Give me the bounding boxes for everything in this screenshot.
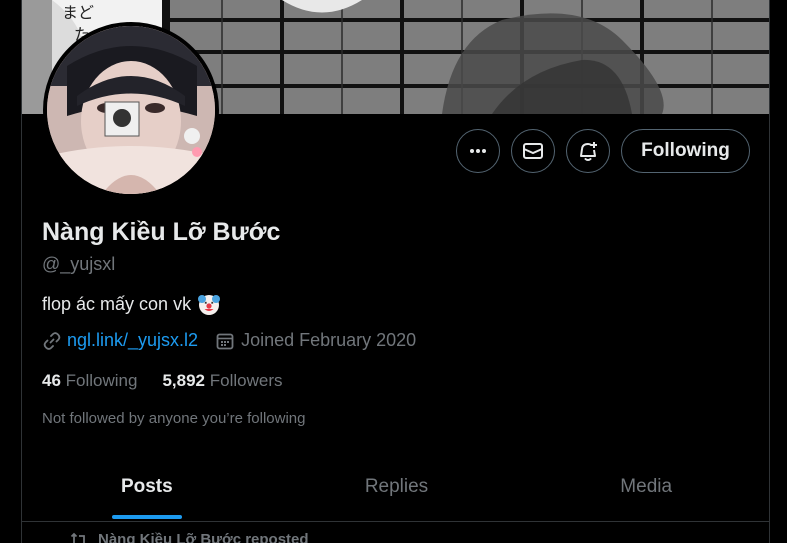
svg-text:まど: まど	[62, 3, 94, 22]
repost-text: Nàng Kiều Lỡ Bước reposted	[98, 531, 309, 543]
tab-media[interactable]: Media	[521, 456, 769, 521]
link-icon	[43, 331, 61, 350]
tab-media-label: Media	[620, 475, 673, 497]
following-stat[interactable]: 46 Following	[42, 371, 137, 391]
active-tab-indicator	[111, 515, 182, 519]
profile-meta: ngl.link/_yujsx.l2 Joined February 2020	[42, 330, 416, 351]
tab-posts[interactable]: Posts	[22, 456, 272, 521]
message-button[interactable]	[511, 129, 555, 173]
profile-tabs: Posts Replies Media	[22, 456, 769, 522]
repost-indicator: Nàng Kiều Lỡ Bước reposted	[70, 531, 309, 543]
following-button[interactable]: Following	[621, 129, 750, 173]
followers-count: 5,892	[162, 371, 206, 390]
profile-stats: 46 Following 5,892 Followers	[42, 371, 283, 391]
profile-bio: flop ác mấy con vk	[42, 292, 221, 316]
not-followed-notice: Not followed by anyone you’re following	[42, 410, 306, 427]
joined-date: Joined February 2020	[241, 330, 417, 350]
tab-posts-label: Posts	[120, 475, 173, 497]
profile-handle: @_yujsxl	[42, 254, 116, 274]
followers-label: Followers	[209, 371, 283, 390]
profile-column: まど た Following Nàng Kiều Lỡ Bước @_yujsx…	[21, 0, 770, 543]
profile-link[interactable]: ngl.link/_yujsx.l2	[67, 330, 198, 351]
envelope-icon	[523, 143, 543, 159]
clown-face-icon	[198, 295, 221, 315]
bio-text: flop ác mấy con vk	[42, 293, 192, 314]
more-button[interactable]	[456, 129, 500, 173]
profile-avatar[interactable]	[43, 22, 219, 198]
following-count: 46	[42, 371, 61, 390]
tab-replies[interactable]: Replies	[272, 456, 522, 521]
profile-name: Nàng Kiều Lỡ Bước	[42, 218, 281, 246]
avatar-image	[47, 26, 215, 194]
repost-icon	[70, 532, 87, 543]
notifications-button[interactable]	[566, 129, 610, 173]
bell-plus-icon	[580, 142, 597, 161]
followers-stat[interactable]: 5,892 Followers	[162, 371, 282, 391]
more-icon	[470, 149, 486, 153]
tab-replies-label: Replies	[364, 475, 429, 497]
calendar-icon	[216, 333, 234, 349]
following-label: Following	[65, 371, 138, 390]
